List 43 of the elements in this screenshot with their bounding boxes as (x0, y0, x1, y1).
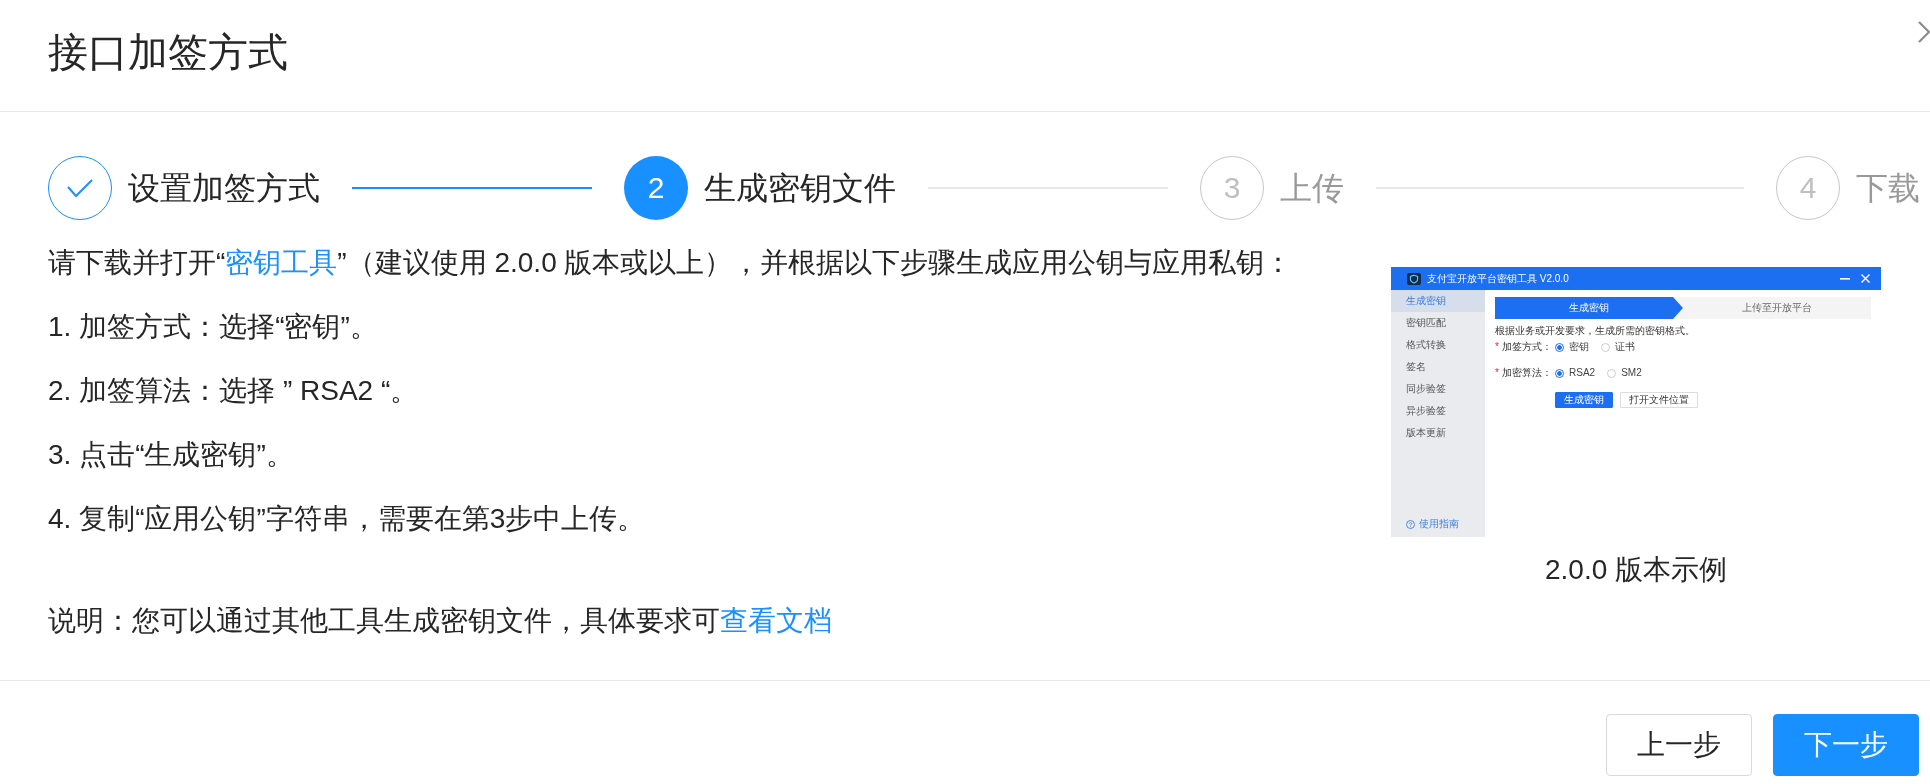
radio-icon[interactable] (1555, 368, 1564, 378)
menu-item[interactable]: 版本更新 (1391, 422, 1485, 444)
step-title: 下载 (1856, 169, 1920, 208)
help-link[interactable]: 使用指南 (1406, 517, 1459, 531)
field-label: 加签方式： (1501, 340, 1552, 354)
example-caption: 2.0.0 版本示例 (1544, 553, 1728, 587)
dialog-title: 接口加签方式 (48, 32, 288, 72)
window-title: 支付宝开放平台密钥工具 V2.0.0 (1427, 271, 1569, 286)
note-text: 说明：您可以通过其他工具生成密钥文件，具体要求可查看文档 (48, 604, 833, 638)
step-title: 上传 (1280, 169, 1344, 208)
menu-item[interactable]: 密钥匹配 (1391, 312, 1485, 334)
window-button[interactable]: 生成密钥 (1555, 392, 1613, 408)
menu-item[interactable]: 格式转换 (1391, 334, 1485, 356)
radio-option[interactable]: 密钥 (1555, 340, 1589, 354)
required-mark: * (1495, 366, 1499, 380)
back-button[interactable]: 上一步 (1606, 714, 1752, 776)
instruction-step: 3. 点击“生成密钥”。 (48, 423, 1367, 487)
radio-option[interactable]: 证书 (1601, 340, 1635, 354)
description-text: 根据业务或开发要求，生成所需的密钥格式。 (1495, 324, 1696, 338)
required-mark: * (1495, 340, 1499, 354)
close-icon[interactable] (1918, 21, 1930, 43)
instruction-step: 1. 加签方式：选择“密钥”。 (48, 295, 1367, 359)
menu-item[interactable]: 签名 (1391, 356, 1485, 378)
intro-text: 请下载并打开“密钥工具”（建议使用 2.0.0 版本或以上），并根据以下步骤生成应用公钥与应用私钥： (48, 246, 1294, 280)
step-title: 设置加签方式 (128, 169, 320, 208)
menu-item[interactable]: 异步验签 (1391, 400, 1485, 422)
help-icon (1406, 519, 1415, 529)
window-button[interactable]: 打开文件位置 (1620, 392, 1698, 408)
step-tab[interactable]: 上传至开放平台 (1683, 297, 1871, 319)
menu-item[interactable]: 同步验签 (1391, 378, 1485, 400)
radio-icon[interactable] (1601, 342, 1610, 352)
minimize-icon[interactable] (1840, 277, 1850, 280)
radio-icon[interactable] (1555, 342, 1564, 352)
step-title: 生成密钥文件 (704, 169, 896, 208)
instruction-step: 4. 复制“应用公钥”字符串，需要在第3步中上传。 (48, 487, 1367, 551)
radio-option[interactable]: SM2 (1607, 366, 1642, 380)
radio-option[interactable]: RSA2 (1555, 366, 1596, 380)
step-number: 2 (624, 156, 688, 220)
radio-icon[interactable] (1607, 368, 1617, 378)
field-label: 加密算法： (1501, 366, 1552, 380)
step-tab[interactable]: 生成密钥 (1495, 297, 1683, 319)
shield-logo-icon (1407, 272, 1421, 285)
instruction-step: 2. 加签算法：选择 ” RSA2 “。 (48, 359, 1367, 423)
